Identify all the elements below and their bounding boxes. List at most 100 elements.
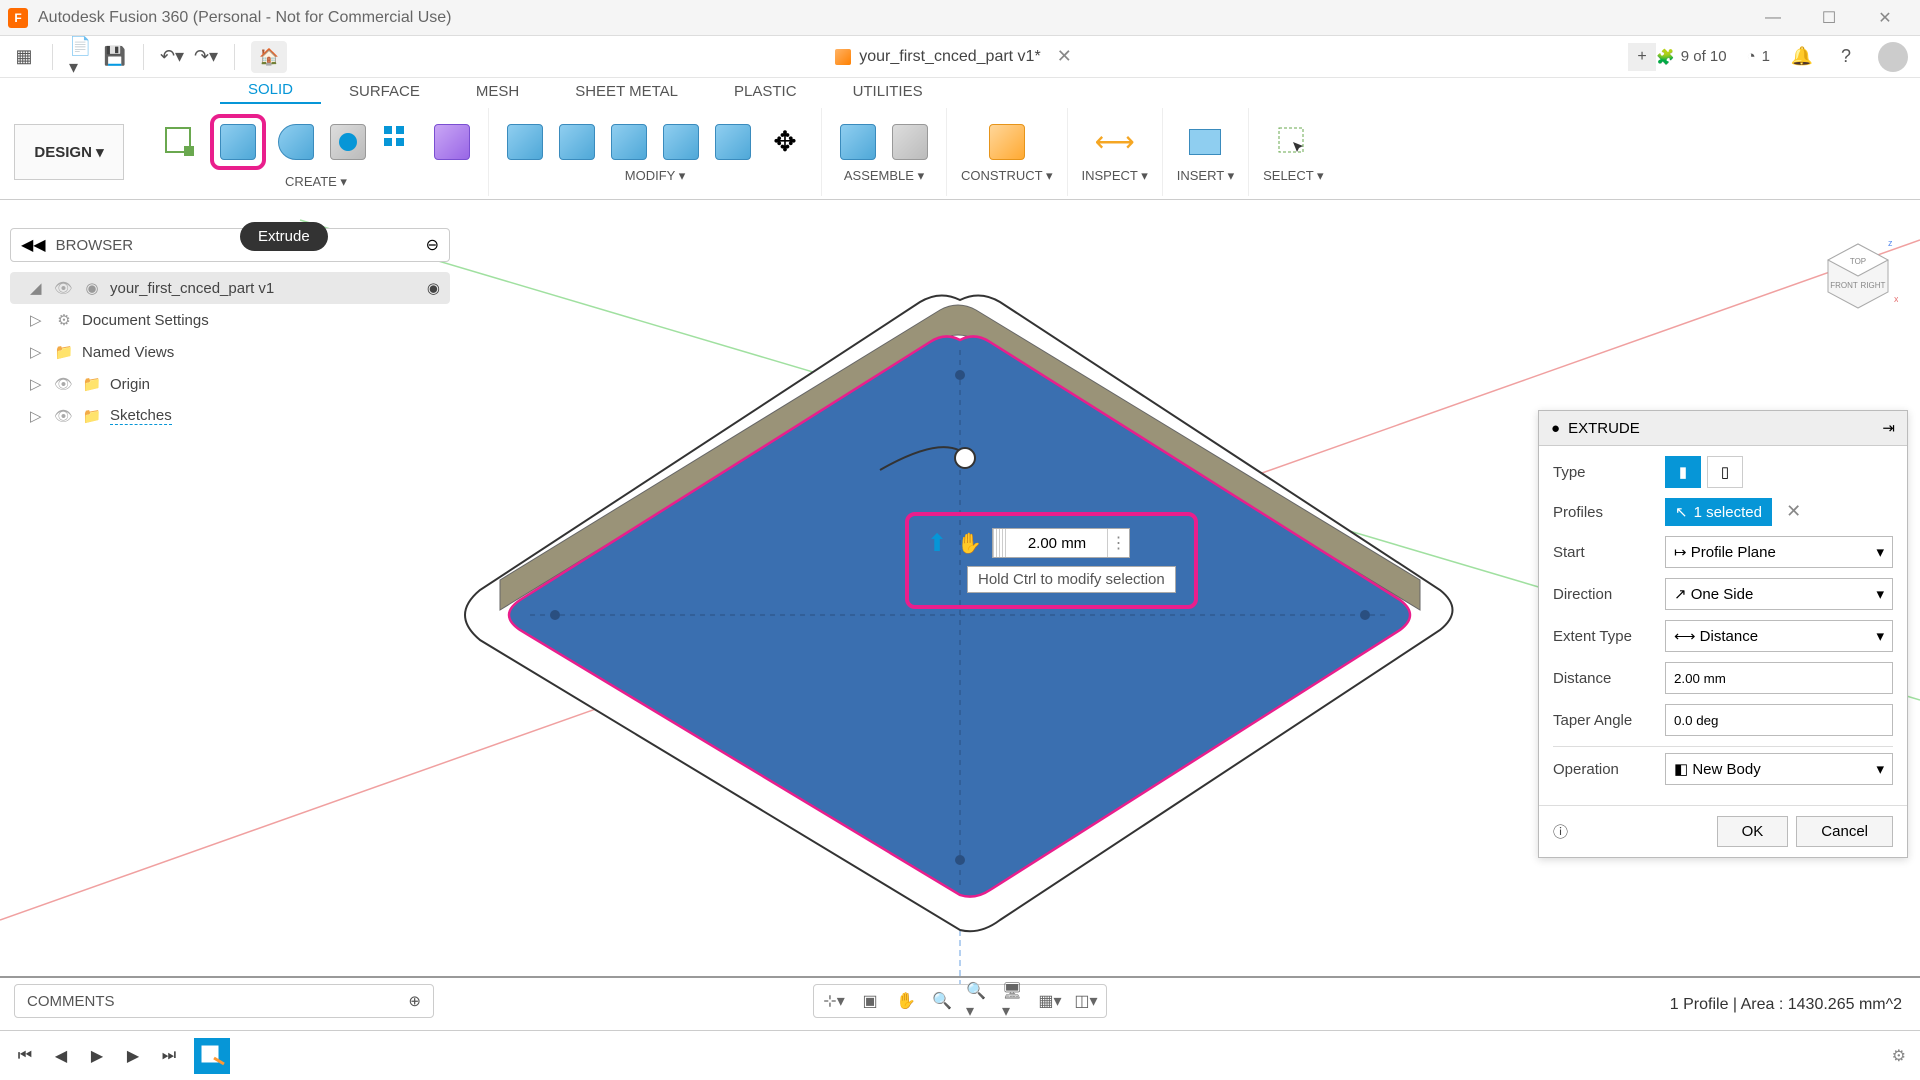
tab-plastic[interactable]: PLASTIC — [706, 79, 825, 104]
fillet-icon[interactable] — [555, 120, 599, 164]
clear-selection-icon[interactable]: ✕ — [1786, 501, 1801, 521]
ok-button[interactable]: OK — [1717, 816, 1789, 847]
extrude-icon[interactable] — [216, 120, 260, 164]
viewport-icon[interactable]: ◫▾ — [1074, 989, 1098, 1013]
extension-badge[interactable]: 🧩 9 of 10 — [1656, 48, 1727, 66]
revolve-icon[interactable] — [274, 120, 318, 164]
workspace-switcher[interactable]: DESIGN ▾ — [14, 124, 124, 180]
chevron-right-icon[interactable]: ▷ — [30, 407, 46, 425]
pan-icon[interactable]: ✋ — [894, 989, 918, 1013]
pattern-icon[interactable] — [378, 120, 422, 164]
taper-field[interactable] — [1665, 704, 1893, 736]
tab-mesh[interactable]: MESH — [448, 79, 547, 104]
home-tab-button[interactable]: 🏠 — [251, 41, 287, 73]
data-panel-icon[interactable]: ▦ — [12, 45, 36, 69]
as-built-joint-icon[interactable] — [888, 120, 932, 164]
timeline-back-icon[interactable]: ◀ — [50, 1045, 72, 1067]
timeline-sketch-feature[interactable] — [194, 1038, 230, 1074]
construct-label[interactable]: CONSTRUCT ▾ — [961, 168, 1053, 184]
cancel-button[interactable]: Cancel — [1796, 816, 1893, 847]
visibility-off-icon[interactable]: 👁 — [54, 375, 74, 393]
shell-icon[interactable] — [607, 120, 651, 164]
document-tab[interactable]: your_first_cnced_part v1* ✕ — [287, 46, 1620, 67]
job-status-badge[interactable]: ◔ 1 — [1747, 48, 1770, 65]
save-icon[interactable]: 💾 — [103, 45, 127, 69]
direction-dropdown[interactable]: ↗ One Side▾ — [1665, 578, 1893, 610]
combine-icon[interactable] — [659, 120, 703, 164]
notification-icon[interactable]: 🔔 — [1790, 45, 1814, 69]
select-icon[interactable] — [1271, 120, 1315, 164]
view-cube[interactable]: TOP FRONT RIGHT z x — [1818, 236, 1890, 308]
help-icon[interactable]: ? — [1834, 45, 1858, 69]
close-tab-icon[interactable]: ✕ — [1057, 46, 1072, 67]
press-pull-icon[interactable] — [503, 120, 547, 164]
tab-surface[interactable]: SURFACE — [321, 79, 448, 104]
sketch-icon[interactable] — [158, 120, 202, 164]
maximize-button[interactable]: ☐ — [1810, 4, 1848, 32]
look-at-icon[interactable]: ▣ — [858, 989, 882, 1013]
modify-label[interactable]: MODIFY ▾ — [625, 168, 685, 184]
create-label[interactable]: CREATE ▾ — [285, 174, 347, 190]
timeline-settings-icon[interactable]: ⚙ — [1892, 1046, 1906, 1066]
browser-minimize-icon[interactable]: ⊖ — [426, 235, 439, 255]
inspect-label[interactable]: INSPECT ▾ — [1082, 168, 1148, 184]
add-comment-icon[interactable]: ⊕ — [408, 992, 421, 1010]
expand-icon[interactable]: ⇥ — [1882, 419, 1895, 437]
extent-dropdown[interactable]: ⟷ Distance▾ — [1665, 620, 1893, 652]
construct-plane-icon[interactable] — [985, 120, 1029, 164]
chevron-right-icon[interactable]: ▷ — [30, 311, 46, 329]
input-menu-icon[interactable]: ⋮ — [1107, 529, 1129, 557]
info-icon[interactable]: ⓘ — [1553, 821, 1568, 842]
chevron-right-icon[interactable]: ▷ — [30, 343, 46, 361]
type-solid-button[interactable]: ▮ — [1665, 456, 1701, 488]
tree-item-document-settings[interactable]: ▷ ⚙ Document Settings — [10, 304, 450, 336]
profiles-selection-chip[interactable]: ↖ 1 selected — [1665, 498, 1772, 526]
tree-item-sketches[interactable]: ▷ 👁 📁 Sketches — [10, 400, 450, 432]
timeline-play-icon[interactable]: ▶ — [86, 1045, 108, 1067]
timeline-forward-icon[interactable]: ▶ — [122, 1045, 144, 1067]
form-icon[interactable] — [430, 120, 474, 164]
redo-icon[interactable]: ↷▾ — [194, 45, 218, 69]
start-dropdown[interactable]: ↦ Profile Plane▾ — [1665, 536, 1893, 568]
chevron-right-icon[interactable]: ▷ — [30, 375, 46, 393]
tree-item-named-views[interactable]: ▷ 📁 Named Views — [10, 336, 450, 368]
operation-dropdown[interactable]: ◧ New Body▾ — [1665, 753, 1893, 785]
collapse-icon[interactable]: ◀◀ — [21, 235, 46, 255]
tab-sheet-metal[interactable]: SHEET METAL — [547, 79, 706, 104]
tab-utilities[interactable]: UTILITIES — [825, 79, 951, 104]
select-label[interactable]: SELECT ▾ — [1263, 168, 1323, 184]
insert-label[interactable]: INSERT ▾ — [1177, 168, 1234, 184]
radio-icon[interactable]: ◉ — [427, 279, 440, 297]
avatar[interactable] — [1878, 42, 1908, 72]
tree-root[interactable]: ◢ 👁 ◉ your_first_cnced_part v1 ◉ — [10, 272, 450, 304]
split-icon[interactable] — [711, 120, 755, 164]
visibility-icon[interactable]: 👁 — [54, 279, 74, 297]
tab-solid[interactable]: SOLID — [220, 77, 321, 104]
undo-icon[interactable]: ↶▾ — [160, 45, 184, 69]
drag-arrow-icon[interactable]: ⬆ — [927, 529, 947, 558]
grid-settings-icon[interactable]: ▦▾ — [1038, 989, 1062, 1013]
type-thin-button[interactable]: ▯ — [1707, 456, 1743, 488]
distance-input[interactable] — [1007, 529, 1107, 557]
timeline-start-icon[interactable]: ⏮ — [14, 1045, 36, 1067]
distance-field[interactable] — [1665, 662, 1893, 694]
add-tab-button[interactable]: + — [1628, 43, 1656, 71]
close-button[interactable]: ✕ — [1866, 4, 1904, 32]
display-settings-icon[interactable]: 🖥▾ — [1002, 989, 1026, 1013]
joint-icon[interactable] — [836, 120, 880, 164]
fit-icon[interactable]: 🔍▾ — [966, 989, 990, 1013]
zoom-icon[interactable]: 🔍 — [930, 989, 954, 1013]
orbit-icon[interactable]: ⊹▾ — [822, 989, 846, 1013]
comments-bar[interactable]: COMMENTS ⊕ — [14, 984, 434, 1018]
tree-item-origin[interactable]: ▷ 👁 📁 Origin — [10, 368, 450, 400]
chevron-down-icon[interactable]: ◢ — [30, 279, 46, 297]
minimize-button[interactable]: — — [1754, 4, 1792, 32]
timeline-end-icon[interactable]: ⏭ — [158, 1045, 180, 1067]
visibility-icon[interactable]: 👁 — [54, 407, 74, 425]
assemble-label[interactable]: ASSEMBLE ▾ — [844, 168, 924, 184]
move-icon[interactable]: ✥ — [763, 120, 807, 164]
file-menu-icon[interactable]: 📄▾ — [69, 45, 93, 69]
grip-icon[interactable] — [993, 529, 1007, 557]
hole-icon[interactable] — [326, 120, 370, 164]
measure-icon[interactable]: ⟷ — [1093, 120, 1137, 164]
